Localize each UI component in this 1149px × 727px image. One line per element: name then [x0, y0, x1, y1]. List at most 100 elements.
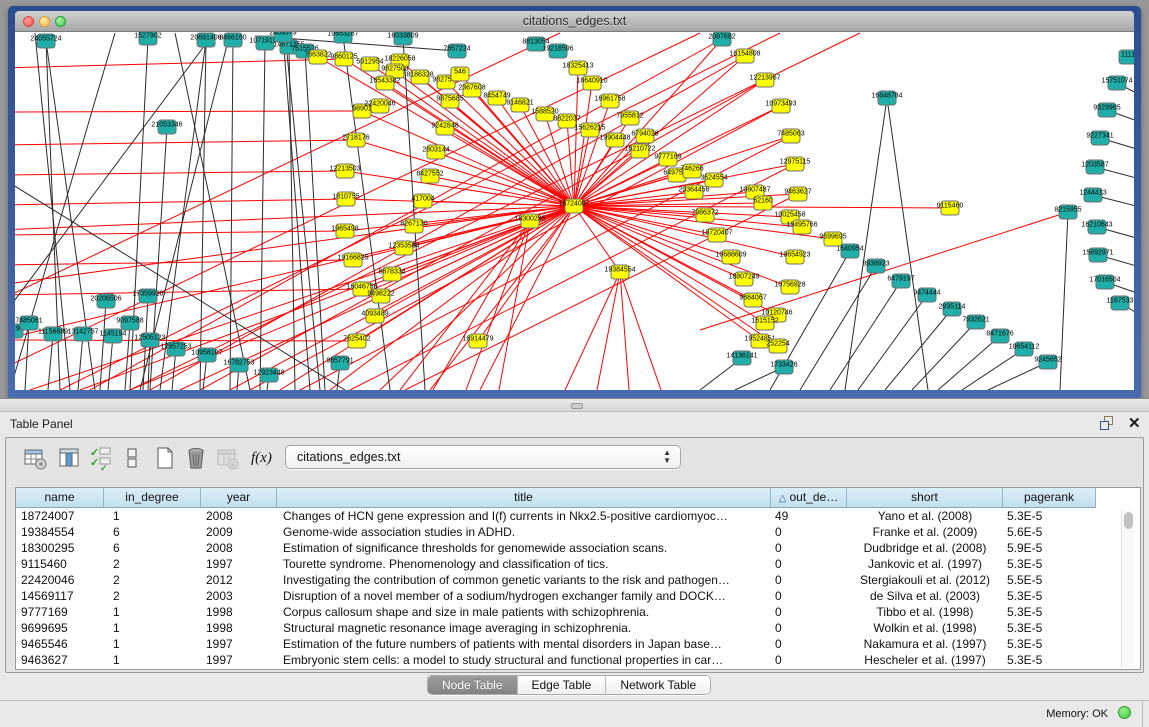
graph-node[interactable]: 1203587 [1081, 160, 1108, 174]
graph-node[interactable]: 7955812 [616, 111, 643, 125]
graph-node[interactable]: 9860125 [330, 52, 357, 66]
graph-node[interactable]: 9242848 [431, 121, 458, 135]
graph-node[interactable]: 16961758 [594, 94, 625, 108]
graph-node[interactable]: 8215955 [1054, 205, 1081, 219]
table-row[interactable]: 946362711997Embryonic stem cells: a mode… [16, 653, 1121, 669]
graph-node[interactable]: 12213503 [329, 164, 360, 178]
close-panel-icon[interactable]: ✕ [1128, 414, 1141, 432]
column-header-out_de[interactable]: △out_de… [771, 488, 847, 508]
graph-node[interactable]: 7986372 [691, 208, 718, 222]
tab-node-table[interactable]: Node Table [428, 676, 518, 694]
graph-node[interactable]: 16033809 [387, 32, 418, 45]
graph-node[interactable]: 21053346 [151, 120, 182, 134]
graph-node[interactable]: 20691406 [190, 33, 221, 47]
function-builder-icon[interactable]: f(x) [251, 450, 277, 476]
graph-node[interactable]: 9227341 [1086, 131, 1113, 145]
column-header-title[interactable]: title [277, 488, 771, 508]
float-window-icon[interactable] [1100, 416, 1116, 431]
table-settings-icon[interactable] [23, 446, 49, 472]
graph-node[interactable]: 8267130 [400, 219, 427, 233]
graph-node[interactable]: 12353584 [388, 241, 419, 255]
column-header-pagerank[interactable]: pagerank [1003, 488, 1096, 508]
graph-node[interactable]: 1527902 [134, 32, 161, 45]
graph-node[interactable]: 6479197 [887, 274, 914, 288]
graph-node[interactable]: 7932621 [962, 315, 989, 329]
graph-node[interactable]: 5912954 [356, 57, 383, 71]
table-row[interactable]: 946554611997Estimation of the future num… [16, 637, 1121, 653]
table-row[interactable]: 1830029562008Estimation of significance … [16, 541, 1121, 557]
tab-network-table[interactable]: Network Table [606, 676, 710, 694]
table-select-dropdown[interactable]: citations_edges.txt ▲▼ [285, 445, 681, 469]
graph-node[interactable]: 252254 [766, 339, 789, 353]
graph-node[interactable]: 16782753 [223, 358, 254, 372]
table-row[interactable]: 2242004622012Investigating the contribut… [16, 573, 1121, 589]
new-table-icon[interactable] [153, 446, 179, 472]
column-header-year[interactable]: year [201, 488, 277, 508]
graph-node[interactable]: 18300295 [514, 214, 545, 228]
graph-node[interactable]: 19654923 [779, 250, 810, 264]
table-row[interactable]: 969969511998Structural magnetic resonanc… [16, 621, 1121, 637]
graph-node[interactable]: 20206506 [90, 294, 121, 308]
graph-node[interactable]: 9097588 [116, 316, 143, 330]
table-scrollbar-thumb[interactable] [1124, 512, 1133, 529]
graph-node[interactable]: 14136141 [726, 351, 757, 365]
network-graph[interactable]: 2405572415279022069140684661601071915514… [15, 32, 1134, 390]
graph-node[interactable]: 546 [451, 67, 469, 81]
graph-node[interactable]: 9329965 [1093, 103, 1120, 117]
graph-node[interactable]: 17359928 [132, 289, 163, 303]
graph-node[interactable]: 8466160 [219, 33, 246, 47]
graph-node[interactable]: 18807249 [728, 272, 759, 286]
graph-node[interactable]: 1615152 [751, 316, 778, 330]
column-header-short[interactable]: short [847, 488, 1003, 508]
graph-node[interactable]: 16914479 [462, 334, 493, 348]
table-row[interactable]: 1872400712008Changes of HCN gene express… [16, 509, 1121, 525]
graph-node[interactable]: 19218596 [542, 44, 573, 58]
table-columns-icon[interactable] [57, 446, 83, 472]
graph-node[interactable]: 2935114 [939, 302, 966, 316]
graph-node[interactable]: 18325413 [562, 61, 593, 75]
graph-node[interactable]: 7663822 [304, 50, 331, 64]
graph-node[interactable]: 19495766 [786, 220, 817, 234]
table-row[interactable]: 977716911998Corpus callosum shape and si… [16, 605, 1121, 621]
graph-node[interactable]: 8471676 [986, 329, 1013, 343]
table-row[interactable]: 1456911722003Disruption of a novel membe… [16, 589, 1121, 605]
graph-node[interactable]: 16210722 [624, 144, 655, 158]
graph-node[interactable]: 1111 [1119, 50, 1134, 64]
graph-node[interactable]: 62160 [753, 196, 773, 210]
graph-node[interactable]: 10688609 [715, 250, 746, 264]
graph-node[interactable]: 18640910 [576, 76, 607, 90]
graph-node[interactable]: 1244413 [1079, 188, 1106, 202]
graph-node[interactable]: 1145194 [100, 329, 127, 343]
graph-node[interactable]: 16210643 [1081, 220, 1112, 234]
network-window-titlebar[interactable]: citations_edges.txt [15, 11, 1134, 32]
table-row[interactable]: 911546021997Tourette syndrome. Phenomeno… [16, 557, 1121, 573]
graph-node[interactable]: 9884067 [739, 293, 766, 307]
window-zoom-icon[interactable] [55, 16, 66, 27]
graph-node[interactable]: 20364456 [678, 185, 709, 199]
graph-node[interactable]: 8186328 [406, 70, 433, 84]
window-minimize-icon[interactable] [39, 16, 50, 27]
graph-node[interactable]: 10654112 [1009, 342, 1040, 356]
graph-node[interactable]: 16543382 [369, 76, 400, 90]
graph-node[interactable]: 7625402 [343, 334, 370, 348]
graph-node[interactable]: 1810755 [332, 192, 359, 206]
table-row[interactable]: 1938455462009Genome-wide association stu… [16, 525, 1121, 541]
graph-node[interactable]: 1167533 [1107, 296, 1134, 310]
graph-node[interactable]: 15751074 [1101, 76, 1132, 90]
tab-edge-table[interactable]: Edge Table [518, 676, 607, 694]
graph-node[interactable]: 10958107 [191, 348, 222, 362]
network-canvas[interactable]: 2405572415279022069140684661601071915514… [15, 32, 1134, 390]
graph-node[interactable]: 3624554 [700, 173, 727, 187]
window-close-icon[interactable] [23, 16, 34, 27]
graph-node[interactable]: 9857791 [326, 356, 353, 370]
table-scrollbar[interactable] [1121, 510, 1134, 668]
graph-node[interactable]: 13142757 [67, 327, 98, 341]
row-height-icon[interactable] [121, 446, 147, 472]
divider-grip-icon[interactable] [571, 403, 583, 409]
graph-node[interactable]: 7857224 [443, 44, 470, 58]
column-header-name[interactable]: name [16, 488, 104, 508]
graph-node[interactable]: 9474444 [913, 288, 940, 302]
graph-node[interactable]: 15692971 [1082, 248, 1113, 262]
split-divider[interactable] [0, 398, 1149, 412]
delete-table-icon[interactable] [184, 446, 210, 472]
